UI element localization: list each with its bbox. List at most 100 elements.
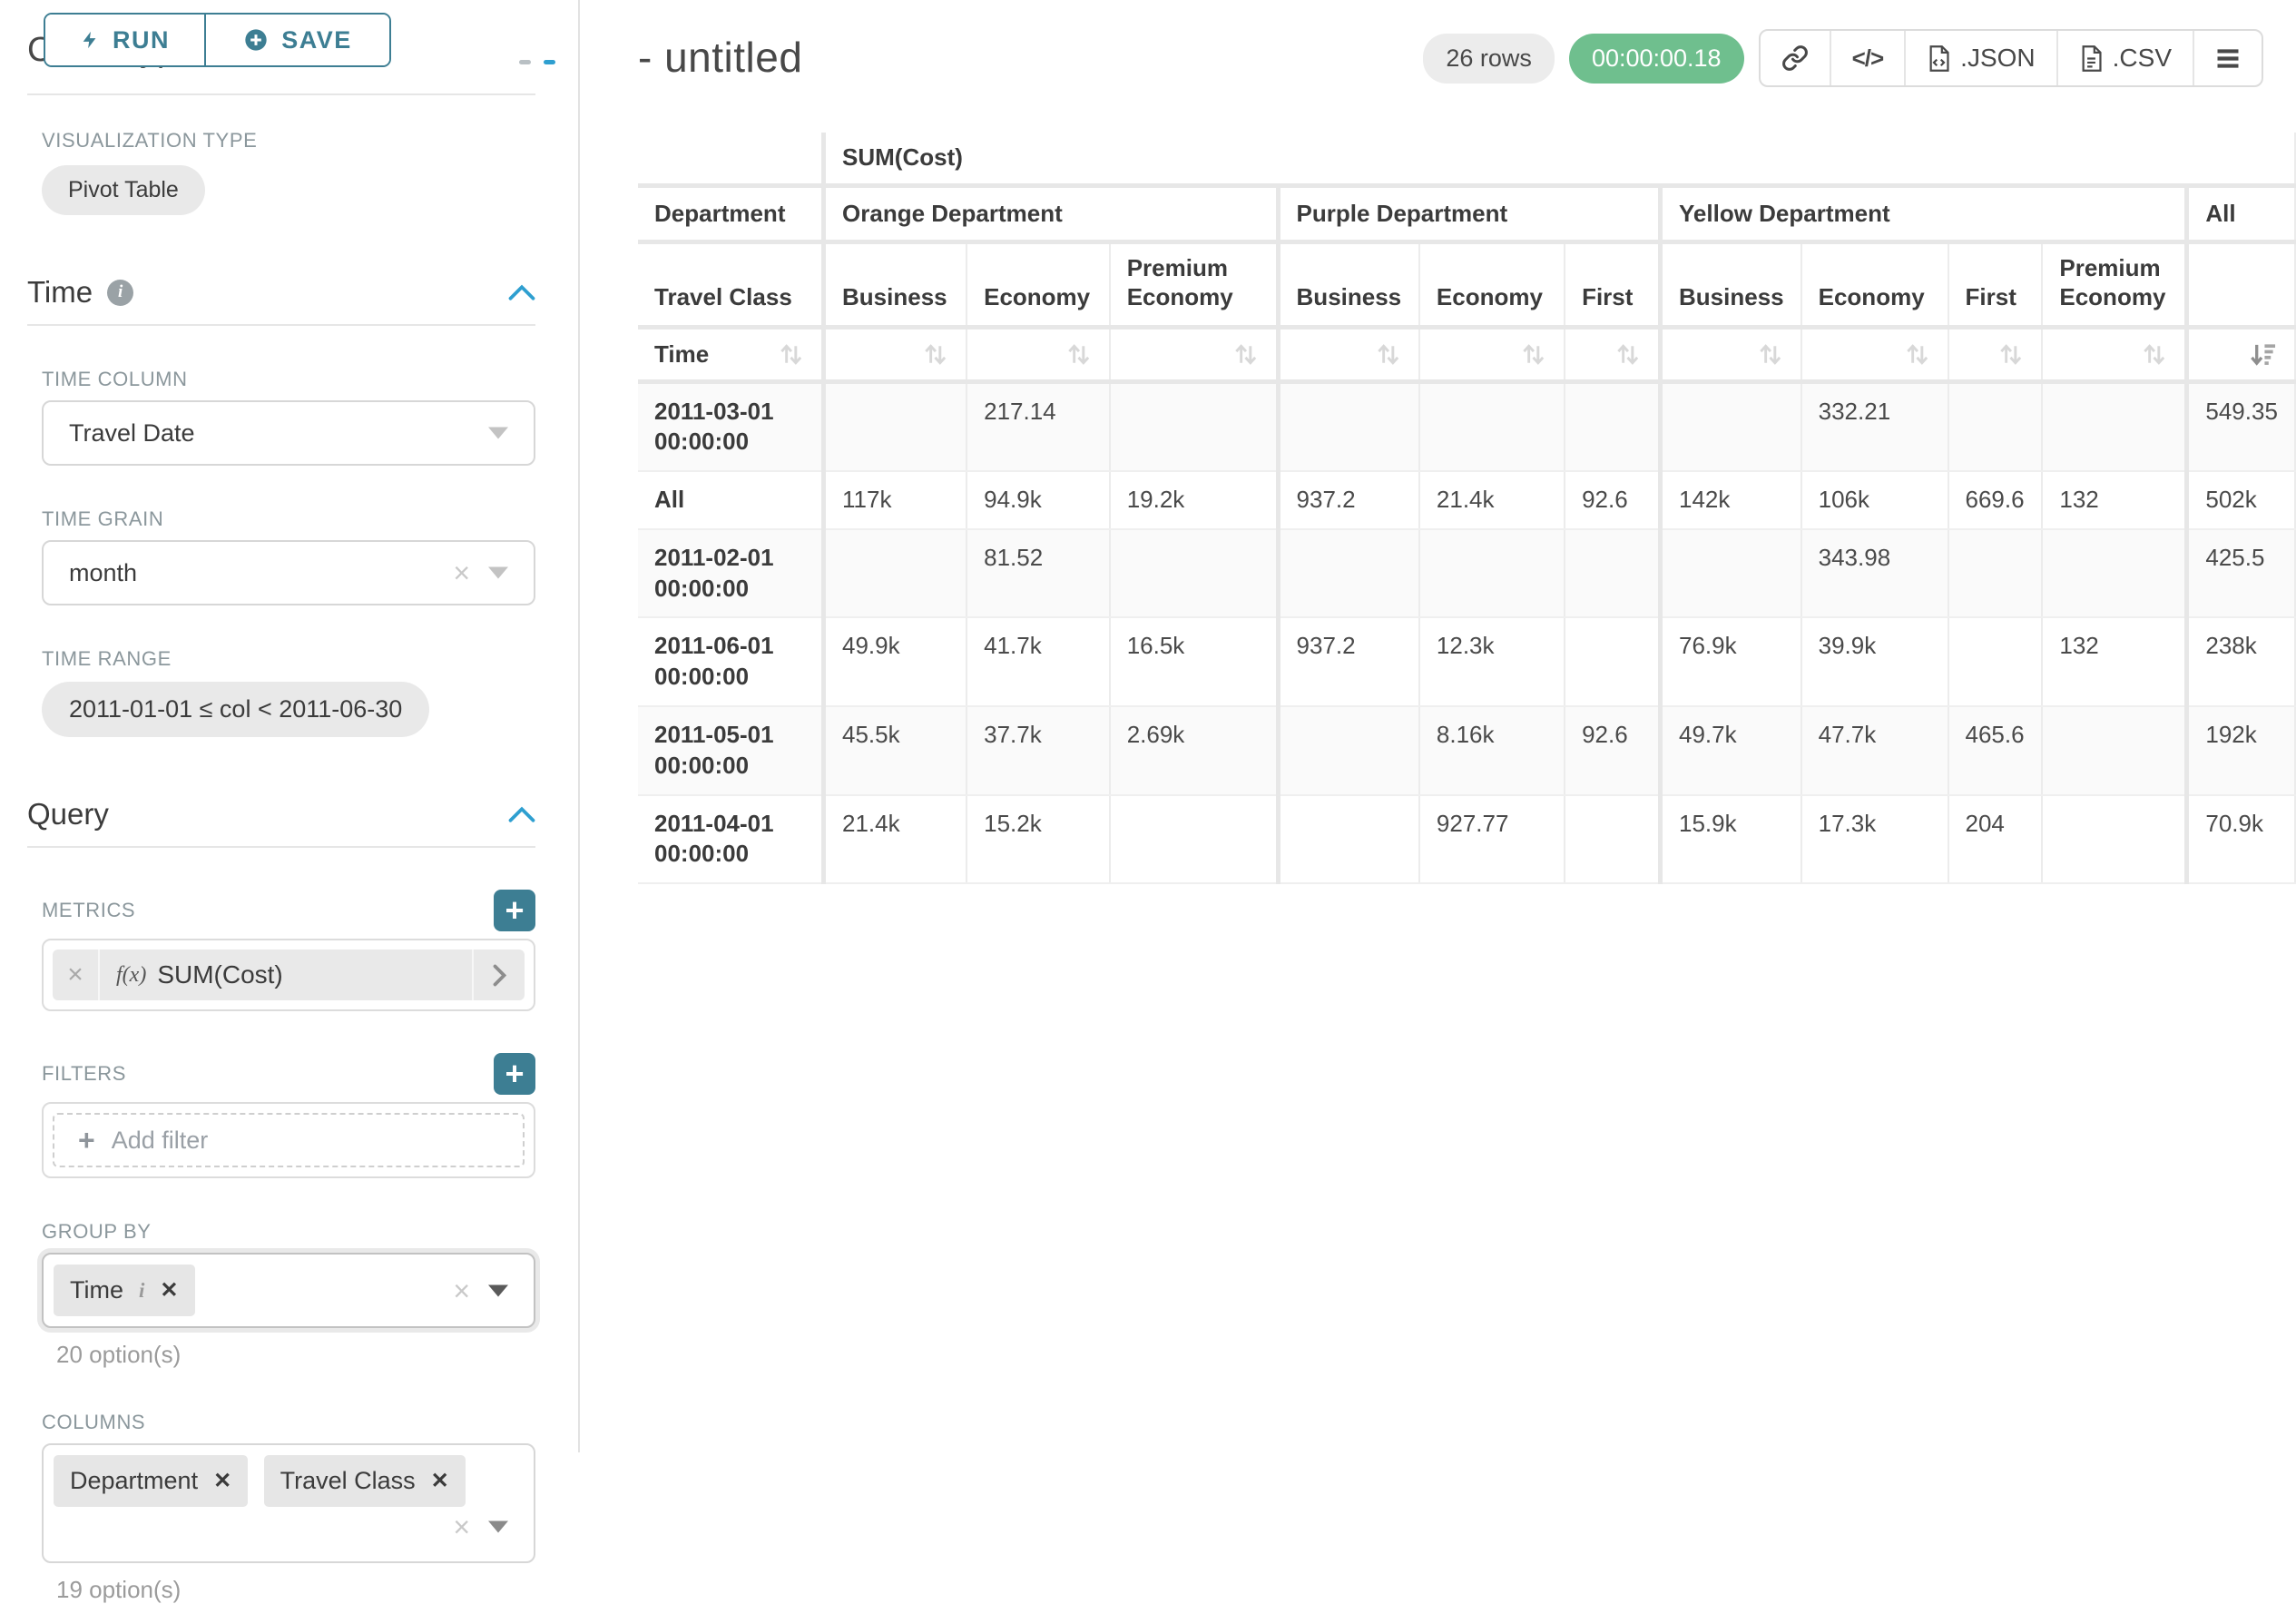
add-metric-button[interactable]: +: [494, 890, 535, 931]
time-sort-header: Time: [638, 327, 824, 381]
metrics-container: × f(x) SUM(Cost): [42, 939, 535, 1011]
pivot-cell: [1110, 381, 1278, 471]
pivot-row-header: All: [638, 471, 824, 529]
sort-icon[interactable]: [2140, 340, 2168, 369]
group-by-label: GROUP BY: [42, 1220, 535, 1244]
share-link-button[interactable]: [1761, 31, 1830, 85]
sort-icon[interactable]: [1374, 340, 1402, 369]
chevron-down-icon[interactable]: [488, 1521, 508, 1533]
sort-icon[interactable]: [921, 340, 949, 369]
page-title[interactable]: - untitled: [638, 33, 802, 82]
remove-tag-icon[interactable]: ✕: [160, 1277, 178, 1304]
group-by-select[interactable]: Time i ✕ ×: [42, 1253, 535, 1328]
pivot-cell: [1419, 381, 1565, 471]
save-button[interactable]: SAVE: [204, 15, 389, 65]
sort-icon[interactable]: [1997, 340, 2025, 369]
clear-icon[interactable]: ×: [453, 558, 470, 587]
chevron-up-icon[interactable]: [508, 284, 535, 301]
time-grain-value: month: [69, 559, 137, 587]
sort-icon[interactable]: [1065, 340, 1093, 369]
view-query-button[interactable]: </>: [1830, 31, 1905, 85]
add-filter-dropzone[interactable]: + Add filter: [53, 1113, 525, 1167]
pivot-cell: [824, 381, 967, 471]
pivot-row-header: 2011-02-01 00:00:00: [638, 529, 824, 618]
group-by-tag: Time i ✕: [54, 1265, 195, 1316]
time-grain-label: TIME GRAIN: [42, 507, 535, 531]
sort-descending-icon[interactable]: [2248, 340, 2278, 369]
columns-label: COLUMNS: [42, 1411, 535, 1434]
sort-header: [1565, 327, 1660, 381]
time-range-label: TIME RANGE: [42, 647, 535, 671]
pivot-cell: 549.35: [2187, 381, 2295, 471]
run-button[interactable]: RUN: [45, 15, 204, 65]
section-divider: [27, 93, 535, 95]
pivot-cell: [1278, 529, 1419, 618]
sort-icon[interactable]: [777, 340, 805, 369]
pivot-cell: 76.9k: [1661, 617, 1801, 706]
pivot-cell: [1948, 381, 2043, 471]
travel-class-header: Business: [824, 241, 967, 327]
sort-header: [2042, 327, 2187, 381]
pivot-cell: 49.7k: [1661, 706, 1801, 795]
tag-label: Time: [70, 1276, 123, 1304]
export-json-button[interactable]: .JSON: [1904, 31, 2056, 85]
pivot-row-header: 2011-04-01 00:00:00: [638, 795, 824, 884]
sort-icon[interactable]: [1614, 340, 1642, 369]
pivot-cell: 142k: [1661, 471, 1801, 529]
pivot-cell: 937.2: [1278, 471, 1419, 529]
pivot-cell: [1110, 529, 1278, 618]
table-row: All117k94.9k19.2k937.221.4k92.6142k106k6…: [638, 471, 2295, 529]
pivot-cell: 37.7k: [966, 706, 1110, 795]
pivot-row-header: 2011-03-01 00:00:00: [638, 381, 824, 471]
time-column-select[interactable]: Travel Date: [42, 400, 535, 466]
remove-tag-icon[interactable]: ✕: [213, 1468, 231, 1494]
pivot-cell: [1565, 529, 1660, 618]
menu-button[interactable]: [2193, 31, 2262, 85]
table-row: 2011-06-01 00:00:0049.9k41.7k16.5k937.21…: [638, 617, 2295, 706]
time-grain-select[interactable]: month ×: [42, 540, 535, 605]
time-section-header: Time i: [27, 275, 535, 310]
remove-metric-icon[interactable]: ×: [53, 950, 100, 1000]
remove-tag-icon[interactable]: ✕: [431, 1468, 449, 1494]
time-column-value: Travel Date: [69, 419, 195, 448]
table-row: 2011-05-01 00:00:0045.5k37.7k2.69k8.16k9…: [638, 706, 2295, 795]
travel-class-header: Economy: [1419, 241, 1565, 327]
pivot-cell: 217.14: [966, 381, 1110, 471]
clear-icon[interactable]: ×: [453, 1512, 470, 1541]
sort-icon[interactable]: [1903, 340, 1931, 369]
pivot-cell: 927.77: [1419, 795, 1565, 884]
pivot-cell: 117k: [824, 471, 967, 529]
add-filter-button[interactable]: +: [494, 1053, 535, 1095]
save-button-label: SAVE: [281, 26, 352, 54]
time-range-value[interactable]: 2011-01-01 ≤ col < 2011-06-30: [42, 682, 429, 737]
code-icon: </>: [1852, 44, 1884, 73]
pivot-cell: 132: [2042, 471, 2187, 529]
export-csv-button[interactable]: .CSV: [2056, 31, 2193, 85]
chevron-right-icon[interactable]: [472, 950, 525, 1000]
columns-select[interactable]: Department ✕ Travel Class ✕ ×: [42, 1443, 535, 1563]
pivot-cell: 45.5k: [824, 706, 967, 795]
column-group-header: All: [2187, 185, 2295, 241]
chevron-up-icon[interactable]: [508, 806, 535, 823]
pivot-cell: [1661, 529, 1801, 618]
sort-icon[interactable]: [1756, 340, 1784, 369]
chevron-down-icon[interactable]: [488, 1284, 508, 1296]
plus-icon: +: [78, 1124, 95, 1157]
run-button-label: RUN: [113, 26, 170, 54]
pivot-cell: 502k: [2187, 471, 2295, 529]
clear-icon[interactable]: ×: [453, 1276, 470, 1305]
pivot-cell: 106k: [1801, 471, 1948, 529]
pivot-cell: [1565, 795, 1660, 884]
sort-icon[interactable]: [1231, 340, 1260, 369]
pivot-cell: [1278, 706, 1419, 795]
pivot-cell: 425.5: [2187, 529, 2295, 618]
tag-label: Department: [70, 1467, 198, 1495]
info-icon: i: [139, 1279, 144, 1303]
metric-pill[interactable]: × f(x) SUM(Cost): [53, 950, 525, 1000]
pivot-cell: 70.9k: [2187, 795, 2295, 884]
visualization-type-value[interactable]: Pivot Table: [42, 165, 205, 215]
pivot-cell: [1419, 529, 1565, 618]
sort-icon[interactable]: [1519, 340, 1547, 369]
sort-header: [1278, 327, 1419, 381]
visualization-type-label: VISUALIZATION TYPE: [42, 129, 535, 153]
